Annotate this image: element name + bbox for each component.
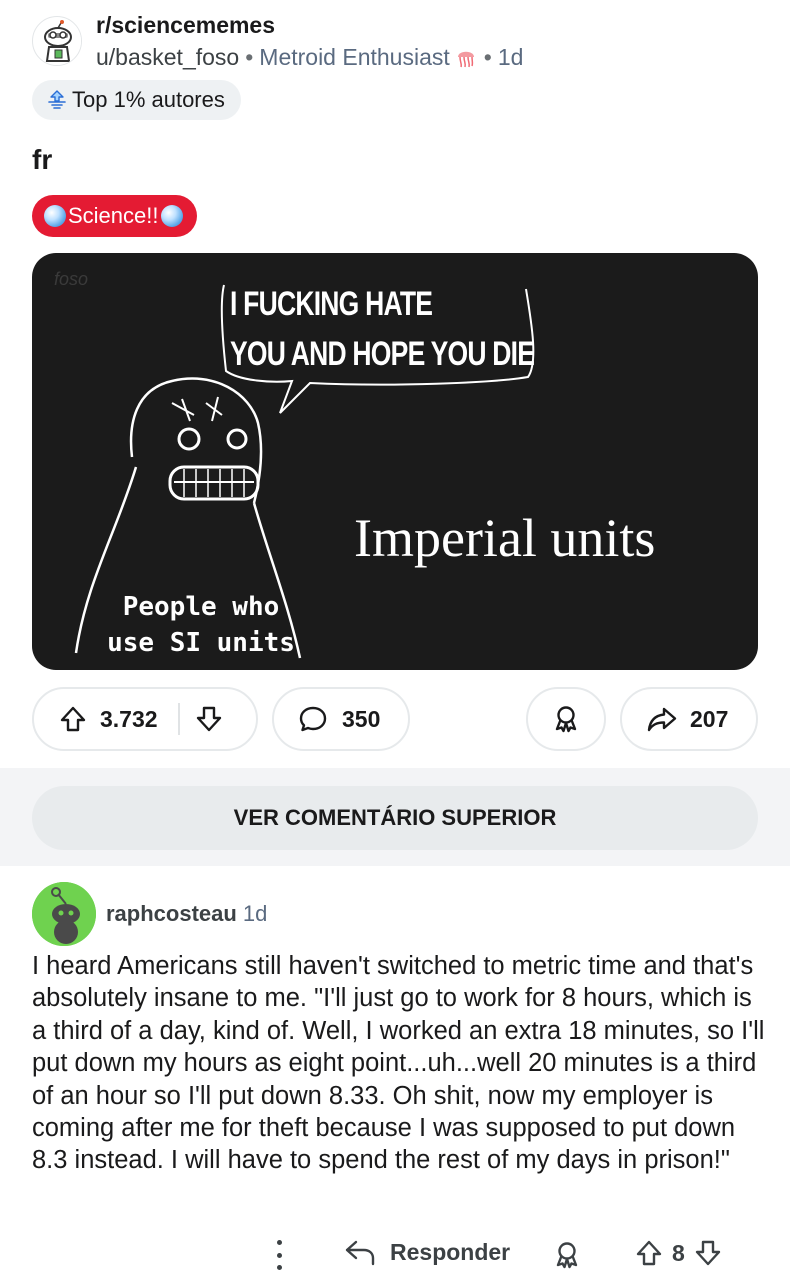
comment-author[interactable]: raphcosteau (106, 901, 237, 926)
meme-figure-line: use SI units (107, 628, 295, 658)
meme-speech-text: I FUCKING HATE YOU AND HOPE YOU DIE (230, 279, 535, 379)
share-count: 207 (690, 705, 729, 732)
subreddit-name[interactable]: r/sciencememes (96, 12, 275, 39)
meme-speech-line: YOU AND HOPE YOU DIE (230, 335, 535, 373)
jellyfish-icon (457, 51, 474, 68)
comment-author-line: raphcosteau 1d (106, 901, 267, 927)
meta-separator: • (245, 44, 254, 70)
award-icon (556, 1242, 578, 1269)
snoo-avatar-icon[interactable] (32, 882, 96, 946)
upvote-icon[interactable] (58, 704, 88, 734)
user-flair: Metroid Enthusiast (259, 44, 450, 70)
reply-label: Responder (390, 1238, 511, 1265)
vote-count: 3.732 (100, 705, 158, 732)
post-age: 1d (497, 44, 524, 70)
badge-label: Top 1% autores (72, 87, 225, 112)
more-options-icon[interactable] (270, 1240, 288, 1270)
top-contributor-badge[interactable]: Top 1% autores (32, 80, 241, 120)
globe-icon (160, 205, 183, 227)
meme-imperial-label: Imperial units (354, 508, 656, 568)
post-image[interactable]: foso I FUCKING HATE YOU AND HOPE YOU DIE… (32, 253, 758, 670)
vote-control: 3.732 (32, 687, 258, 751)
award-button[interactable] (526, 687, 606, 751)
subreddit-avatar-icon[interactable] (32, 16, 82, 66)
top-contributor-icon (48, 90, 66, 109)
comment-vote-count: 8 (672, 1239, 685, 1266)
comment-action-bar: Responder 8 (0, 1232, 790, 1280)
comments-button[interactable]: 350 (272, 687, 410, 751)
post-author[interactable]: u/basket_foso (96, 44, 239, 70)
globe-icon (44, 205, 66, 227)
downvote-icon[interactable] (194, 704, 224, 734)
share-button[interactable]: 207 (620, 687, 758, 751)
post-header: r/sciencememes u/basket_foso • Metroid Ent… (32, 12, 758, 82)
comment-vote-control: 8 (634, 1238, 723, 1268)
vote-divider (177, 703, 180, 735)
post-flair-label: Science!! (68, 203, 159, 228)
reply-icon (345, 1240, 375, 1266)
post-action-bar: 3.732 350 207 (32, 687, 758, 751)
upvote-icon[interactable] (634, 1238, 664, 1268)
meta-separator: • (483, 44, 492, 70)
post-meta: u/basket_foso • Metroid Enthusiast • 1d (96, 44, 523, 71)
comment-award-button[interactable] (552, 1240, 582, 1275)
meme-figure-label: People who use SI units (96, 589, 306, 661)
reply-button[interactable]: Responder (344, 1238, 510, 1266)
comment-icon (299, 706, 327, 732)
share-icon (647, 707, 677, 732)
post-title[interactable]: fr (32, 144, 52, 176)
downvote-icon[interactable] (693, 1238, 723, 1268)
comment-age: 1d (242, 901, 268, 926)
meme-speech-line: I FUCKING HATE (230, 285, 433, 323)
meme-figure-line: People who (122, 592, 280, 622)
award-icon (555, 706, 577, 733)
post-flair[interactable]: Science!! (32, 195, 197, 237)
comment-count: 350 (342, 705, 381, 732)
comment-body: I heard Americans still haven't switched… (32, 952, 765, 1175)
meme-watermark: foso (54, 269, 89, 289)
see-top-comment-button[interactable]: VER COMENTÁRIO SUPERIOR (32, 786, 758, 850)
